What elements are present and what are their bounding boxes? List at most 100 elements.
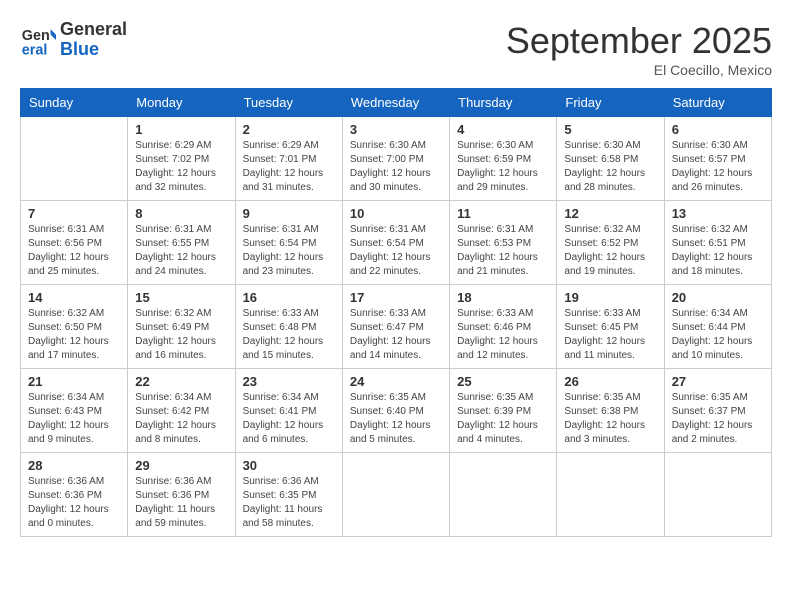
calendar-cell: 7Sunrise: 6:31 AM Sunset: 6:56 PM Daylig…: [21, 201, 128, 285]
day-number: 19: [564, 290, 656, 305]
day-number: 25: [457, 374, 549, 389]
calendar-cell: 3 Sunrise: 6:30 AM Sunset: 7:00 PM Daylig…: [342, 117, 449, 201]
calendar-cell: 21Sunrise: 6:34 AM Sunset: 6:43 PM Dayli…: [21, 369, 128, 453]
week-row-1: 1Sunrise: 6:29 AM Sunset: 7:02 PM Daylig…: [21, 117, 772, 201]
day-info: Sunrise: 6:31 AM Sunset: 6:54 PM Dayligh…: [350, 223, 442, 279]
day-info: Sunrise: 6:33 AM Sunset: 6:48 PM Dayligh…: [243, 307, 335, 363]
calendar-cell: 13 Sunrise: 6:32 AM Sunset: 6:51 PM Dayli…: [664, 201, 771, 285]
logo: Gen eral General Blue: [20, 20, 127, 60]
calendar-header: SundayMondayTuesdayWednesdayThursdayFrid…: [21, 89, 772, 117]
day-info: Sunrise: 6:32 AM Sunset: 6:49 PM Dayligh…: [135, 307, 227, 363]
day-number: 17: [350, 290, 442, 305]
calendar-cell: 4 Sunrise: 6:30 AM Sunset: 6:59 PM Daylig…: [450, 117, 557, 201]
calendar-cell: 25Sunrise: 6:35 AM Sunset: 6:39 PM Dayli…: [450, 369, 557, 453]
calendar-cell: 27Sunrise: 6:35 AM Sunset: 6:37 PM Dayli…: [664, 369, 771, 453]
day-number: 7: [28, 206, 120, 221]
calendar-cell: 17 Sunrise: 6:33 AM Sunset: 6:47 PM Dayli…: [342, 285, 449, 369]
logo-line1: General: [60, 20, 127, 40]
month-title: September 2025: [506, 20, 772, 62]
svg-text:eral: eral: [22, 42, 48, 58]
week-row-3: 14 Sunrise: 6:32 AM Sunset: 6:50 PM Dayli…: [21, 285, 772, 369]
calendar-cell: 5 Sunrise: 6:30 AM Sunset: 6:58 PM Daylig…: [557, 117, 664, 201]
calendar-cell: [664, 453, 771, 537]
title-block: September 2025 El Coecillo, Mexico: [506, 20, 772, 78]
calendar-cell: 1Sunrise: 6:29 AM Sunset: 7:02 PM Daylig…: [128, 117, 235, 201]
day-number: 11: [457, 206, 549, 221]
day-info: Sunrise: 6:29 AM Sunset: 7:02 PM Dayligh…: [135, 139, 227, 195]
day-number: 5: [564, 122, 656, 137]
calendar-cell: 19 Sunrise: 6:33 AM Sunset: 6:45 PM Dayli…: [557, 285, 664, 369]
day-number: 22: [135, 374, 227, 389]
day-number: 24: [350, 374, 442, 389]
day-info: Sunrise: 6:32 AM Sunset: 6:50 PM Dayligh…: [28, 307, 120, 363]
calendar-cell: 15Sunrise: 6:32 AM Sunset: 6:49 PM Dayli…: [128, 285, 235, 369]
calendar-cell: 16 Sunrise: 6:33 AM Sunset: 6:48 PM Dayli…: [235, 285, 342, 369]
day-number: 27: [672, 374, 764, 389]
day-info: Sunrise: 6:31 AM Sunset: 6:54 PM Dayligh…: [243, 223, 335, 279]
calendar-cell: 11 Sunrise: 6:31 AM Sunset: 6:53 PM Dayli…: [450, 201, 557, 285]
column-header-monday: Monday: [128, 89, 235, 117]
day-number: 21: [28, 374, 120, 389]
week-row-5: 28Sunrise: 6:36 AM Sunset: 6:36 PM Dayli…: [21, 453, 772, 537]
calendar-cell: [342, 453, 449, 537]
day-info: Sunrise: 6:35 AM Sunset: 6:40 PM Dayligh…: [350, 391, 442, 447]
location-subtitle: El Coecillo, Mexico: [506, 62, 772, 78]
calendar-cell: [557, 453, 664, 537]
week-row-4: 21Sunrise: 6:34 AM Sunset: 6:43 PM Dayli…: [21, 369, 772, 453]
day-info: Sunrise: 6:34 AM Sunset: 6:44 PM Dayligh…: [672, 307, 764, 363]
day-number: 20: [672, 290, 764, 305]
week-row-2: 7Sunrise: 6:31 AM Sunset: 6:56 PM Daylig…: [21, 201, 772, 285]
calendar-cell: 28Sunrise: 6:36 AM Sunset: 6:36 PM Dayli…: [21, 453, 128, 537]
day-info: Sunrise: 6:33 AM Sunset: 6:45 PM Dayligh…: [564, 307, 656, 363]
day-number: 14: [28, 290, 120, 305]
day-info: Sunrise: 6:34 AM Sunset: 6:42 PM Dayligh…: [135, 391, 227, 447]
day-number: 9: [243, 206, 335, 221]
day-info: Sunrise: 6:30 AM Sunset: 7:00 PM Dayligh…: [350, 139, 442, 195]
day-info: Sunrise: 6:34 AM Sunset: 6:41 PM Dayligh…: [243, 391, 335, 447]
day-number: 10: [350, 206, 442, 221]
day-info: Sunrise: 6:36 AM Sunset: 6:35 PM Dayligh…: [243, 475, 335, 531]
day-info: Sunrise: 6:30 AM Sunset: 6:58 PM Dayligh…: [564, 139, 656, 195]
calendar-cell: 18 Sunrise: 6:33 AM Sunset: 6:46 PM Dayli…: [450, 285, 557, 369]
day-number: 3: [350, 122, 442, 137]
calendar-cell: 20 Sunrise: 6:34 AM Sunset: 6:44 PM Dayli…: [664, 285, 771, 369]
calendar-cell: 29Sunrise: 6:36 AM Sunset: 6:36 PM Dayli…: [128, 453, 235, 537]
day-info: Sunrise: 6:33 AM Sunset: 6:47 PM Dayligh…: [350, 307, 442, 363]
day-info: Sunrise: 6:31 AM Sunset: 6:53 PM Dayligh…: [457, 223, 549, 279]
day-number: 16: [243, 290, 335, 305]
day-number: 4: [457, 122, 549, 137]
logo-text: General Blue: [60, 20, 127, 60]
day-number: 12: [564, 206, 656, 221]
day-info: Sunrise: 6:30 AM Sunset: 6:57 PM Dayligh…: [672, 139, 764, 195]
day-info: Sunrise: 6:32 AM Sunset: 6:51 PM Dayligh…: [672, 223, 764, 279]
calendar-cell: 12 Sunrise: 6:32 AM Sunset: 6:52 PM Dayli…: [557, 201, 664, 285]
day-number: 6: [672, 122, 764, 137]
calendar-cell: 24 Sunrise: 6:35 AM Sunset: 6:40 PM Dayli…: [342, 369, 449, 453]
day-number: 29: [135, 458, 227, 473]
calendar-cell: [21, 117, 128, 201]
day-number: 28: [28, 458, 120, 473]
header-row: SundayMondayTuesdayWednesdayThursdayFrid…: [21, 89, 772, 117]
calendar-cell: 6 Sunrise: 6:30 AM Sunset: 6:57 PM Daylig…: [664, 117, 771, 201]
day-info: Sunrise: 6:32 AM Sunset: 6:52 PM Dayligh…: [564, 223, 656, 279]
column-header-thursday: Thursday: [450, 89, 557, 117]
day-number: 30: [243, 458, 335, 473]
day-number: 26: [564, 374, 656, 389]
day-info: Sunrise: 6:30 AM Sunset: 6:59 PM Dayligh…: [457, 139, 549, 195]
day-info: Sunrise: 6:31 AM Sunset: 6:55 PM Dayligh…: [135, 223, 227, 279]
column-header-friday: Friday: [557, 89, 664, 117]
calendar-cell: 8Sunrise: 6:31 AM Sunset: 6:55 PM Daylig…: [128, 201, 235, 285]
day-info: Sunrise: 6:33 AM Sunset: 6:46 PM Dayligh…: [457, 307, 549, 363]
column-header-tuesday: Tuesday: [235, 89, 342, 117]
day-number: 2: [243, 122, 335, 137]
day-number: 18: [457, 290, 549, 305]
column-header-sunday: Sunday: [21, 89, 128, 117]
day-info: Sunrise: 6:35 AM Sunset: 6:38 PM Dayligh…: [564, 391, 656, 447]
calendar-table: SundayMondayTuesdayWednesdayThursdayFrid…: [20, 88, 772, 537]
calendar-cell: 14 Sunrise: 6:32 AM Sunset: 6:50 PM Dayli…: [21, 285, 128, 369]
day-number: 13: [672, 206, 764, 221]
day-info: Sunrise: 6:29 AM Sunset: 7:01 PM Dayligh…: [243, 139, 335, 195]
calendar-cell: 26 Sunrise: 6:35 AM Sunset: 6:38 PM Dayli…: [557, 369, 664, 453]
calendar-cell: 30 Sunrise: 6:36 AM Sunset: 6:35 PM Dayli…: [235, 453, 342, 537]
calendar-cell: 23Sunrise: 6:34 AM Sunset: 6:41 PM Dayli…: [235, 369, 342, 453]
